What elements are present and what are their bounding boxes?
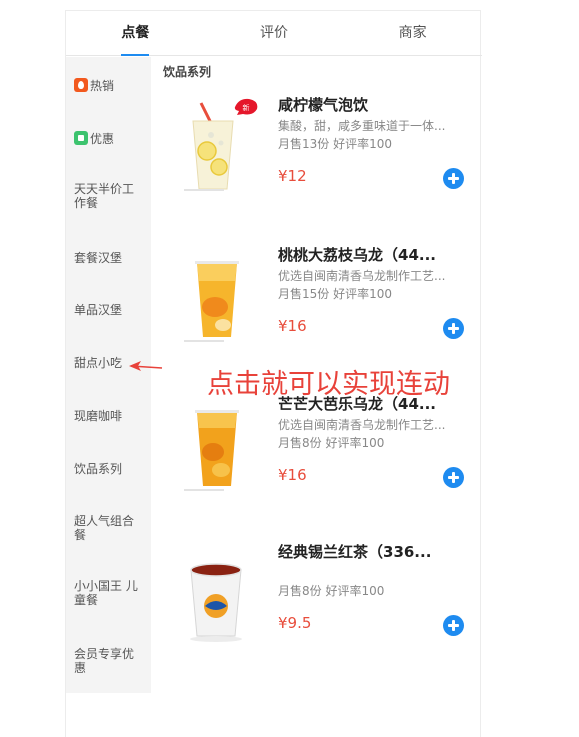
product-name: 咸柠檬气泡饮 <box>278 96 369 114</box>
new-badge: 新 <box>234 98 258 115</box>
sidebar-item-label: 优惠 <box>90 132 115 146</box>
discount-icon <box>74 131 88 145</box>
product-card[interactable]: 芒芒大芭乐乌龙（44... 优选自闽南清香乌龙制作工艺... 月售8份 好评率1… <box>161 394 471 504</box>
product-price: ¥16 <box>278 317 307 335</box>
sidebar-item-combo-burger[interactable]: 套餐汉堡 <box>66 251 151 265</box>
sidebar-item-drinks[interactable]: 饮品系列 <box>66 462 151 476</box>
tab-order[interactable]: 点餐 <box>66 11 205 56</box>
sidebar-item-half-price[interactable]: 天天半价工作餐 <box>66 182 151 210</box>
product-sales: 月售15份 好评率100 <box>278 287 392 301</box>
sidebar-item-label: 天天半价工作餐 <box>74 182 135 210</box>
fire-icon <box>74 78 88 92</box>
add-to-cart-button[interactable] <box>443 467 464 488</box>
annotation-text: 点击就可以实现连动 <box>207 369 450 400</box>
peach-oolong-image <box>181 251 251 346</box>
sidebar-item-discount[interactable]: 优惠 <box>66 131 151 146</box>
add-to-cart-button[interactable] <box>443 615 464 636</box>
tab-reviews[interactable]: 评价 <box>205 11 344 55</box>
sidebar-item-label: 超人气组合餐 <box>74 514 135 542</box>
sidebar-item-single-burger[interactable]: 单品汉堡 <box>66 303 151 317</box>
sidebar-item-label: 单品汉堡 <box>74 303 123 317</box>
product-price: ¥16 <box>278 466 307 484</box>
add-to-cart-button[interactable] <box>443 318 464 339</box>
section-title: 饮品系列 <box>163 65 212 79</box>
product-sales: 月售8份 好评率100 <box>278 436 385 450</box>
sidebar-item-coffee[interactable]: 现磨咖啡 <box>66 409 151 423</box>
product-name: 桃桃大荔枝乌龙（44... <box>278 246 436 264</box>
sidebar-item-kids-meal[interactable]: 小小国王 儿童餐 <box>66 579 151 607</box>
sidebar-item-member-offers[interactable]: 会员专享优惠 <box>66 647 151 675</box>
sidebar-item-label: 现磨咖啡 <box>74 409 123 423</box>
add-to-cart-button[interactable] <box>443 168 464 189</box>
sidebar-item-hot[interactable]: 热销 <box>66 78 151 93</box>
product-sales: 月售8份 好评率100 <box>278 584 385 598</box>
product-card[interactable]: 桃桃大荔枝乌龙（44... 优选自闽南清香乌龙制作工艺... 月售15份 好评率… <box>161 245 471 355</box>
guava-oolong-image <box>181 400 251 495</box>
sidebar-item-label: 会员专享优惠 <box>74 647 135 675</box>
product-description: 集酸，甜，咸多重味道于一体... <box>278 119 446 133</box>
sidebar-item-label: 套餐汉堡 <box>74 251 123 265</box>
tab-merchant[interactable]: 商家 <box>343 11 482 55</box>
svg-text:新: 新 <box>243 103 250 112</box>
category-sidebar: 热销 优惠 天天半价工作餐 套餐汉堡 单品汉堡 甜点小吃 现磨咖啡 饮品系列 超… <box>66 57 151 693</box>
product-description: 优选自闽南清香乌龙制作工艺... <box>278 269 446 283</box>
sidebar-item-label: 小小国王 儿童餐 <box>74 579 138 607</box>
sidebar-item-label: 甜点小吃 <box>74 356 123 370</box>
top-tab-bar: 点餐 评价 商家 <box>66 11 482 56</box>
product-sales: 月售13份 好评率100 <box>278 137 392 151</box>
sidebar-item-label: 热销 <box>90 79 115 93</box>
product-price: ¥12 <box>278 167 307 185</box>
product-name: 经典锡兰红茶（336... <box>278 543 432 561</box>
arrow-left-icon <box>129 361 163 371</box>
ceylon-tea-image <box>181 548 251 643</box>
product-price: ¥9.5 <box>278 614 312 632</box>
product-description: 优选自闽南清香乌龙制作工艺... <box>278 418 446 432</box>
sidebar-item-popular-combo[interactable]: 超人气组合餐 <box>66 514 151 542</box>
sidebar-item-label: 饮品系列 <box>74 462 123 476</box>
product-card[interactable]: 经典锡兰红茶（336... 月售8份 好评率100 ¥9.5 <box>161 542 471 652</box>
product-card[interactable]: 新 咸柠檬气泡饮 集酸，甜，咸多重味道于一体... 月售13份 好评率100 ¥… <box>161 95 471 205</box>
